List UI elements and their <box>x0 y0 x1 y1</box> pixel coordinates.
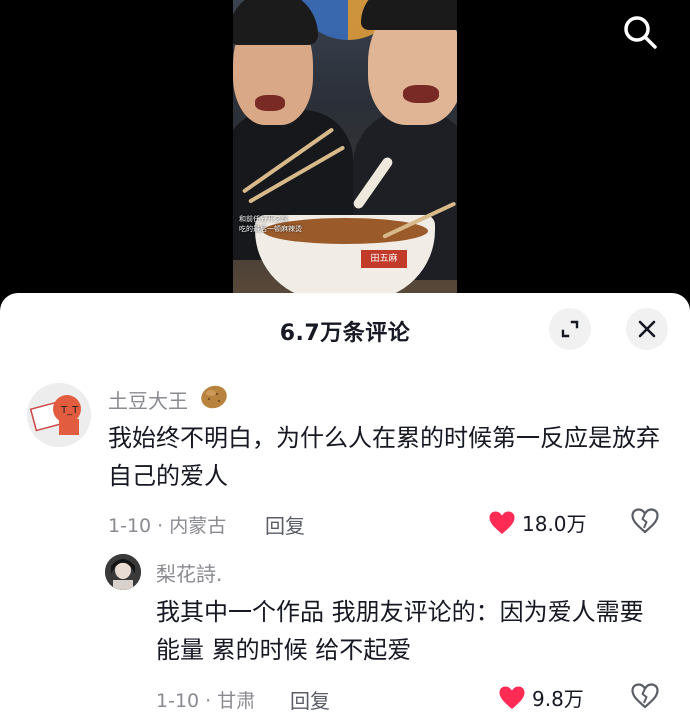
reply-button[interactable]: 回复 <box>290 685 330 714</box>
video-caption-line: 和前任分开之前 <box>239 215 288 223</box>
expand-icon <box>561 320 579 338</box>
dislike-button[interactable] <box>630 507 660 539</box>
heart-icon <box>499 686 525 709</box>
heart-icon <box>489 511 515 534</box>
broken-heart-icon <box>631 683 659 709</box>
comment-date-location: 1-10 · 内蒙古 <box>108 515 227 537</box>
video-bowl-label: 田五麻 <box>361 250 407 268</box>
comments-header: 6.7万条评论 <box>0 293 690 365</box>
svg-text:T_T: T_T <box>60 405 79 416</box>
like-count: 18.0万 <box>522 512 587 536</box>
reply-button[interactable]: 回复 <box>265 510 305 539</box>
video-caption-line: 吃的最后一顿麻辣烫 <box>239 225 302 233</box>
video-player[interactable]: 田五麻 和前任分开之前 吃的最后一顿麻辣烫 <box>0 0 690 300</box>
video-person-left-mouth <box>255 95 285 111</box>
like-button[interactable]: 18.0万 <box>488 508 587 537</box>
like-count: 9.8万 <box>532 687 584 711</box>
search-button[interactable] <box>618 10 662 54</box>
video-caption: 和前任分开之前 吃的最后一顿麻辣烫 <box>239 214 319 234</box>
avatar[interactable]: T_T <box>27 383 91 447</box>
close-icon <box>638 320 656 338</box>
video-person-left-hair <box>233 0 318 45</box>
potato-icon <box>198 382 230 416</box>
avatar[interactable] <box>105 554 141 590</box>
search-icon <box>624 16 657 49</box>
avatar-image: T_T <box>27 383 91 447</box>
reply-date-location: 1-10 · 甘肃 <box>156 690 256 712</box>
reply-text: 我其中一个作品 我朋友评论的：因为爱人需要能量 累的时候 给不起爱 <box>156 598 644 664</box>
dislike-button[interactable] <box>630 682 660 714</box>
reply-username[interactable]: 梨花詩. <box>156 558 222 587</box>
comments-sheet: 6.7万条评论 T_T 土豆大王 我始终不明白，为什么人在累的时候第一反应是放弃… <box>0 293 690 715</box>
video-person-right-hair <box>361 0 457 30</box>
avatar-image <box>105 554 141 590</box>
comment-text: 我始终不明白，为什么人在累的时候第一反应是放弃自己的爱人 <box>108 424 660 490</box>
like-button[interactable]: 9.8万 <box>498 683 584 712</box>
video-person-right-mouth <box>403 85 439 103</box>
close-button[interactable] <box>626 308 668 350</box>
video-frame[interactable]: 田五麻 和前任分开之前 吃的最后一顿麻辣烫 <box>233 0 457 300</box>
expand-button[interactable] <box>549 308 591 350</box>
comment-username[interactable]: 土豆大王 <box>108 385 188 414</box>
broken-heart-icon <box>631 508 659 534</box>
